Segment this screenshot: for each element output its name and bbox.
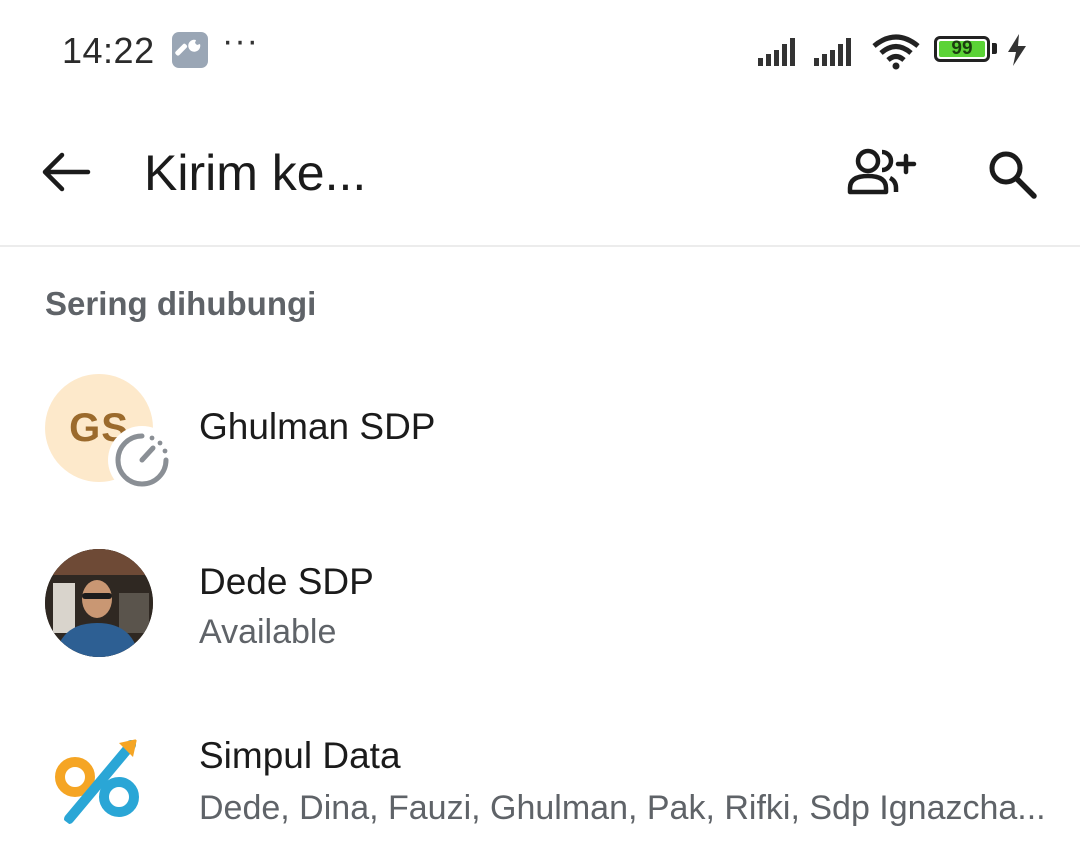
status-time: 14:22 xyxy=(62,30,155,71)
contact-status: Available xyxy=(199,613,337,651)
percent-logo-icon xyxy=(45,725,153,833)
battery-cap xyxy=(992,43,997,54)
profile-photo xyxy=(45,549,153,657)
signal-icon xyxy=(814,38,851,66)
contact-name: Simpul Data xyxy=(199,735,401,776)
app-bar: Kirim ke... xyxy=(0,100,1080,247)
page-title: Kirim ke... xyxy=(144,145,367,201)
search-icon[interactable] xyxy=(984,146,1042,202)
timer-icon xyxy=(108,426,176,494)
charging-icon xyxy=(1008,34,1026,66)
add-contact-icon[interactable] xyxy=(846,146,918,202)
contact-row[interactable]: Dede SDP Available xyxy=(0,527,1080,677)
wifi-icon xyxy=(872,34,920,70)
contact-row[interactable]: Simpul Data Dede, Dina, Fauzi, Ghulman, … xyxy=(0,703,1080,853)
section-header: Sering dihubungi xyxy=(45,285,317,322)
battery-level: 99 xyxy=(939,39,985,58)
contact-members: Dede, Dina, Fauzi, Ghulman, Pak, Rifki, … xyxy=(199,789,1046,827)
wrench-icon xyxy=(172,32,208,68)
contact-name: Dede SDP xyxy=(199,561,374,602)
more-dots-icon: ··· xyxy=(222,22,259,60)
back-arrow-icon[interactable] xyxy=(40,150,92,194)
battery-icon: 99 xyxy=(934,36,990,62)
status-bar: 14:22 ··· 99 xyxy=(0,0,1080,100)
avatar xyxy=(45,549,153,657)
signal-icon xyxy=(758,38,795,66)
contact-name: Ghulman SDP xyxy=(199,406,436,447)
